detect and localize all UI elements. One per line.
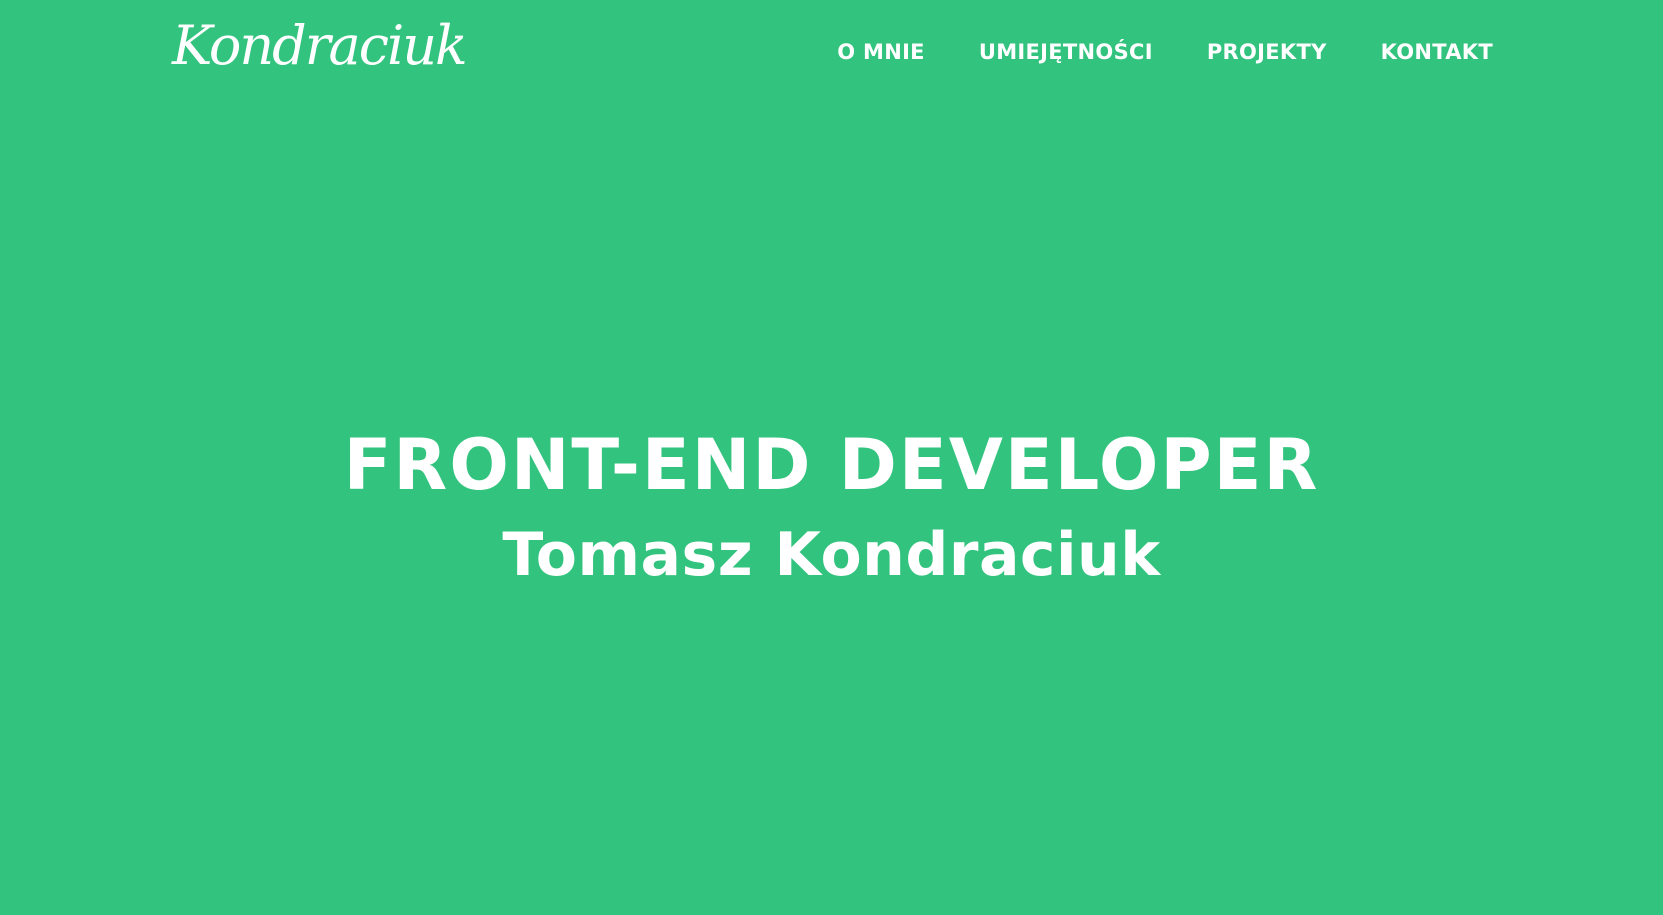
nav-link-skills[interactable]: UMIEJĘTNOŚCI (979, 30, 1153, 74)
logo-link[interactable]: Kondraciuk (172, 6, 468, 86)
nav-link-about[interactable]: O MNIE (837, 30, 925, 74)
nav-link-contact[interactable]: KONTAKT (1381, 30, 1493, 74)
main-nav: O MNIE UMIEJĘTNOŚCI PROJEKTY KONTAKT (837, 30, 1493, 74)
nav-link-projects[interactable]: PROJEKTY (1207, 30, 1327, 74)
hero-section: FRONT-END DEVELOPER Tomasz Kondraciuk (0, 420, 1663, 600)
hero-title: FRONT-END DEVELOPER (343, 424, 1320, 506)
hero-subtitle: Tomasz Kondraciuk (502, 520, 1161, 590)
